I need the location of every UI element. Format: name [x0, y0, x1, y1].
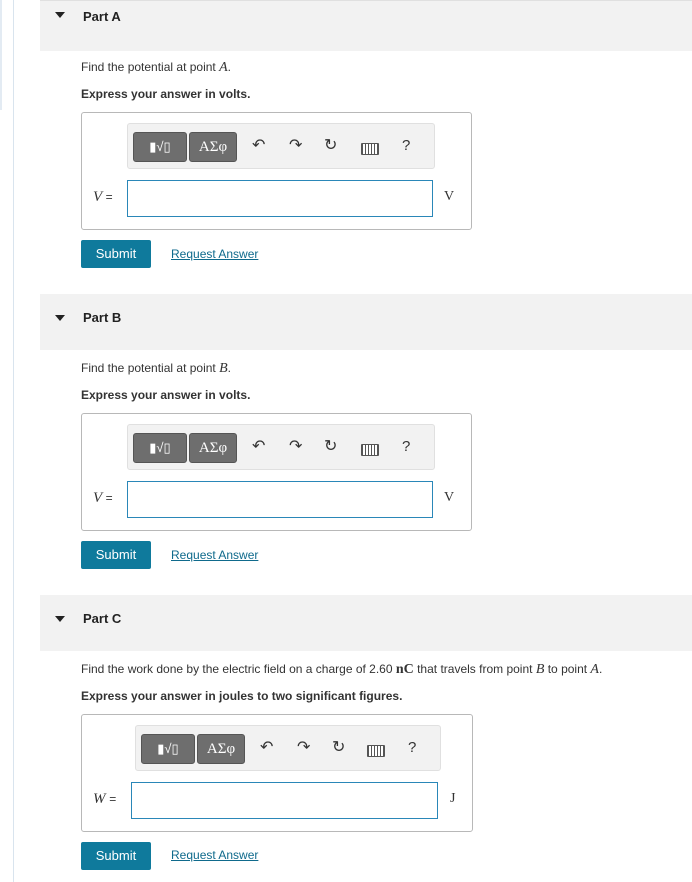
part-a-title: Part A	[83, 9, 121, 24]
answer-input[interactable]	[131, 782, 438, 819]
templates-button[interactable]: ▮√▯	[133, 433, 187, 463]
part-a-answer-box: ▮√▯ ΑΣφ ↶ ↷ ↻ ? V = V	[81, 112, 472, 230]
answer-unit: V	[444, 490, 455, 505]
part-c-instruction: Express your answer in joules to two sig…	[81, 689, 403, 703]
left-accent	[0, 0, 2, 110]
part-c-header[interactable]	[40, 595, 692, 651]
reset-icon[interactable]: ↻	[324, 136, 337, 156]
greek-symbols-button[interactable]: ΑΣφ	[197, 734, 245, 764]
keyboard-icon[interactable]	[361, 143, 379, 155]
undo-icon[interactable]: ↶	[252, 136, 265, 156]
part-a-prompt: Find the potential at point A.	[81, 60, 231, 75]
redo-icon[interactable]: ↷	[289, 437, 302, 457]
math-toolbar: ▮√▯ ΑΣφ ↶ ↷ ↻ ?	[127, 123, 435, 169]
answer-input[interactable]	[127, 481, 433, 518]
help-button[interactable]: ?	[402, 136, 410, 156]
collapse-caret-icon[interactable]	[55, 616, 65, 622]
collapse-caret-icon[interactable]	[55, 315, 65, 321]
answer-variable: W =	[93, 791, 117, 807]
submit-button[interactable]: Submit	[81, 842, 151, 870]
answer-unit: V	[444, 189, 455, 204]
keyboard-icon[interactable]	[367, 745, 385, 757]
help-button[interactable]: ?	[408, 738, 416, 758]
reset-icon[interactable]: ↻	[332, 738, 345, 758]
part-a-header[interactable]	[40, 0, 692, 51]
collapse-caret-icon[interactable]	[55, 12, 65, 18]
part-c-answer-box: ▮√▯ ΑΣφ ↶ ↷ ↻ ? W = J	[81, 714, 473, 832]
request-answer-link[interactable]: Request Answer	[171, 548, 258, 562]
part-b-instruction: Express your answer in volts.	[81, 388, 251, 402]
answer-unit: J	[450, 791, 456, 806]
left-rule	[13, 0, 14, 882]
help-button[interactable]: ?	[402, 437, 410, 457]
math-toolbar: ▮√▯ ΑΣφ ↶ ↷ ↻ ?	[135, 725, 441, 771]
part-c-prompt: Find the work done by the electric field…	[81, 662, 603, 677]
answer-input[interactable]	[127, 180, 433, 217]
request-answer-link[interactable]: Request Answer	[171, 848, 258, 862]
reset-icon[interactable]: ↻	[324, 437, 337, 457]
submit-button[interactable]: Submit	[81, 541, 151, 569]
undo-icon[interactable]: ↶	[252, 437, 265, 457]
templates-button[interactable]: ▮√▯	[133, 132, 187, 162]
part-a-instruction: Express your answer in volts.	[81, 87, 251, 101]
request-answer-link[interactable]: Request Answer	[171, 247, 258, 261]
part-b-answer-box: ▮√▯ ΑΣφ ↶ ↷ ↻ ? V = V	[81, 413, 472, 531]
part-b-title: Part B	[83, 310, 122, 325]
submit-button[interactable]: Submit	[81, 240, 151, 268]
answer-variable: V =	[93, 490, 113, 506]
redo-icon[interactable]: ↷	[297, 738, 310, 758]
templates-button[interactable]: ▮√▯	[141, 734, 195, 764]
greek-symbols-button[interactable]: ΑΣφ	[189, 433, 237, 463]
greek-symbols-button[interactable]: ΑΣφ	[189, 132, 237, 162]
part-c-title: Part C	[83, 611, 122, 626]
part-b-header[interactable]	[40, 294, 692, 350]
math-toolbar: ▮√▯ ΑΣφ ↶ ↷ ↻ ?	[127, 424, 435, 470]
undo-icon[interactable]: ↶	[260, 738, 273, 758]
part-b-prompt: Find the potential at point B.	[81, 361, 231, 376]
answer-variable: V =	[93, 189, 113, 205]
redo-icon[interactable]: ↷	[289, 136, 302, 156]
keyboard-icon[interactable]	[361, 444, 379, 456]
